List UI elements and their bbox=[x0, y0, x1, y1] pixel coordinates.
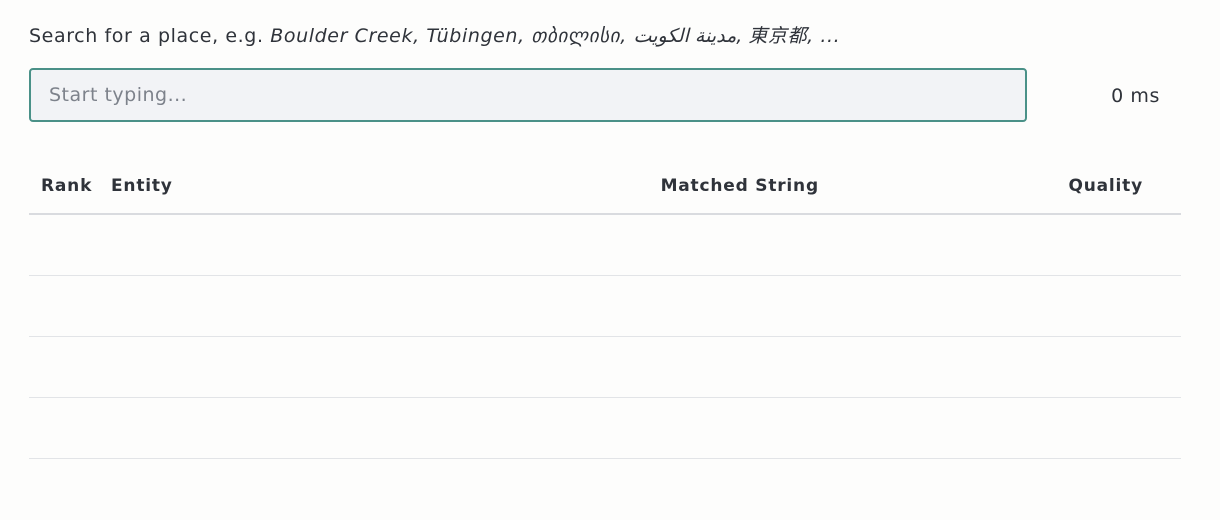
place-search-panel: Search for a place, e.g. Boulder Creek, … bbox=[29, 0, 1181, 520]
table-row bbox=[29, 397, 1181, 459]
cell-quality bbox=[1068, 336, 1181, 398]
cell-entity bbox=[111, 336, 411, 398]
table-row bbox=[29, 214, 1181, 276]
cell-quality bbox=[1068, 397, 1181, 459]
search-instructions: Search for a place, e.g. Boulder Creek, … bbox=[29, 24, 840, 48]
cell-matched-string bbox=[411, 336, 1069, 398]
cell-matched-string bbox=[411, 275, 1069, 337]
column-header-rank: Rank bbox=[29, 158, 111, 215]
cell-entity bbox=[111, 397, 411, 459]
table-row bbox=[29, 336, 1181, 398]
column-header-quality: Quality bbox=[1068, 158, 1181, 215]
cell-entity bbox=[111, 214, 411, 276]
results-table: Rank Entity Matched String Quality bbox=[29, 158, 1181, 459]
instructions-examples: Boulder Creek, Tübingen, თბილისი, مدينة … bbox=[270, 25, 841, 47]
cell-matched-string bbox=[411, 214, 1069, 276]
cell-rank bbox=[29, 397, 111, 459]
cell-entity bbox=[111, 275, 411, 337]
column-header-entity: Entity bbox=[111, 158, 411, 215]
cell-matched-string bbox=[411, 397, 1069, 459]
table-row bbox=[29, 275, 1181, 337]
column-header-matched-string: Matched String bbox=[411, 158, 1069, 215]
cell-quality bbox=[1068, 275, 1181, 337]
place-search-input[interactable] bbox=[29, 68, 1027, 122]
cell-rank bbox=[29, 275, 111, 337]
query-timing: 0 ms bbox=[1111, 85, 1160, 107]
cell-rank bbox=[29, 336, 111, 398]
results-header-row: Rank Entity Matched String Quality bbox=[29, 158, 1181, 215]
search-row: 0 ms bbox=[29, 68, 1181, 124]
cell-quality bbox=[1068, 214, 1181, 276]
cell-rank bbox=[29, 214, 111, 276]
instructions-prefix: Search for a place, e.g. bbox=[29, 25, 271, 47]
